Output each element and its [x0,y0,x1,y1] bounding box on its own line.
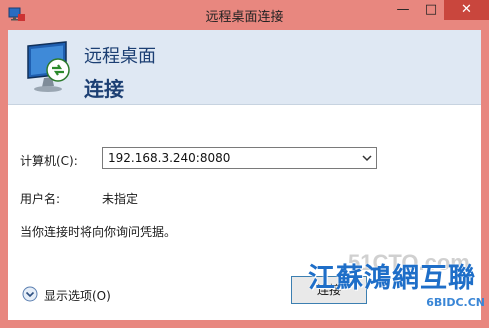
watermark: 51CTO.com 江蘇鴻網互聯 6BIDC.CN [300,244,489,328]
remote-desktop-window: 远程桌面连接 — □ ✕ 远程桌面 连接 计算机(C): 192.168.3.2… [0,0,489,328]
computer-label: 计算机(C): [20,154,78,168]
banner-title-line2: 连接 [84,77,124,101]
minimize-button[interactable]: — [390,0,416,20]
expand-down-icon[interactable] [22,286,38,302]
title-bar[interactable]: 远程桌面连接 — □ ✕ [0,0,489,30]
watermark-main-text: 江蘇鴻網互聯 [308,263,476,294]
computer-input-value[interactable]: 192.168.3.240:8080 [108,151,230,165]
chevron-down-icon[interactable] [362,153,372,163]
banner-title-line1: 远程桌面 [84,46,156,67]
computer-combobox[interactable]: 192.168.3.240:8080 [102,147,377,169]
maximize-button[interactable]: □ [418,0,444,20]
show-options-label[interactable]: 显示选项(O) [44,287,111,304]
username-label: 用户名: [20,192,61,206]
remote-desktop-logo-icon [27,41,70,92]
username-value: 未指定 [102,192,139,206]
header-banner: 远程桌面 连接 [8,30,481,105]
credentials-hint: 当你连接时将向你询问凭据。 [20,225,177,239]
close-button[interactable]: ✕ [444,0,489,20]
watermark-sub-text: 6BIDC.CN [426,296,485,309]
